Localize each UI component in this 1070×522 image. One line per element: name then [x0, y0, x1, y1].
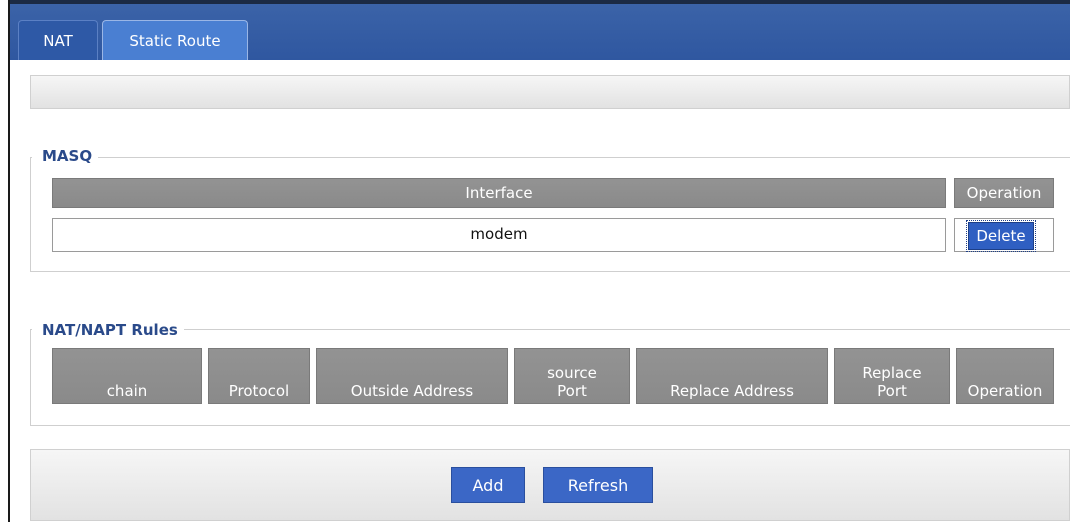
- tab-nat[interactable]: NAT: [18, 20, 98, 60]
- rules-header-outside-address-label: Outside Address: [350, 382, 474, 400]
- masq-legend: MASQ: [32, 146, 99, 166]
- rules-header-outside-address: Outside Address: [316, 348, 508, 404]
- refresh-button[interactable]: Refresh: [543, 467, 653, 503]
- delete-button[interactable]: Delete: [966, 220, 1036, 252]
- add-button[interactable]: Add: [451, 467, 525, 503]
- toolbar-strip: [30, 75, 1070, 109]
- masq-group: [30, 157, 1070, 272]
- rules-header-protocol-label: Protocol: [228, 382, 290, 400]
- rules-header-replace-port-line1: Replace: [862, 364, 922, 382]
- masq-row-interface: modem: [52, 218, 946, 252]
- masq-header-interface: Interface: [52, 178, 946, 208]
- rules-legend: NAT/NAPT Rules: [32, 320, 184, 340]
- rules-header-protocol: Protocol: [208, 348, 310, 404]
- rules-header-operation-label: Operation: [967, 382, 1043, 400]
- rules-header-replace-address: Replace Address: [636, 348, 828, 404]
- rules-header-replace-port: Replace Port: [834, 348, 950, 404]
- masq-header-operation: Operation: [954, 178, 1054, 208]
- rules-header-chain-label: chain: [106, 382, 148, 400]
- rules-header-replace-port-line2: Port: [877, 382, 907, 400]
- rules-header-operation: Operation: [956, 348, 1054, 404]
- tab-static-route[interactable]: Static Route: [102, 20, 248, 60]
- rules-header-chain: chain: [52, 348, 202, 404]
- rules-header-source-port-line1: source: [547, 364, 597, 382]
- rules-header-replace-address-label: Replace Address: [670, 382, 794, 400]
- rules-header-source-port-line2: Port: [557, 382, 587, 400]
- rules-header-source-port: source Port: [514, 348, 630, 404]
